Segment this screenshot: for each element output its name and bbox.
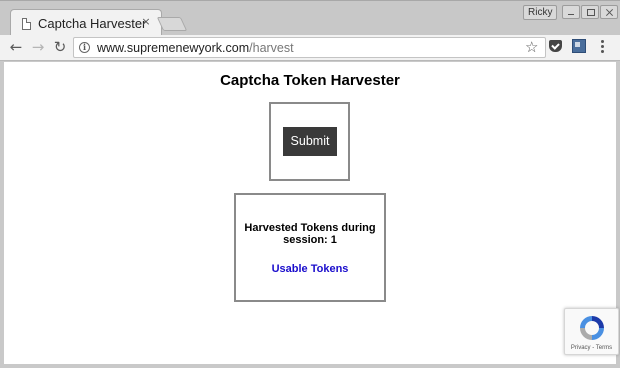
recaptcha-terms[interactable]: Privacy - Terms — [565, 345, 618, 351]
submit-button[interactable]: Submit — [283, 127, 337, 156]
star-icon[interactable]: ☆ — [525, 38, 538, 57]
address-bar[interactable]: i www.supremenewyork.com/harvest ☆ — [73, 37, 546, 58]
forward-arrow-icon[interactable]: → — [28, 37, 48, 57]
tokens-panel: Harvested Tokens during session: 1 Usabl… — [234, 193, 386, 302]
harvested-tokens-count: Harvested Tokens during session: 1 — [244, 222, 376, 246]
url-host: www.supremenewyork.com — [97, 41, 250, 55]
window-titlebar: Captcha Harvester × Ricky — [0, 0, 620, 37]
pocket-icon[interactable] — [549, 40, 562, 52]
tab-captcha-harvester[interactable]: Captcha Harvester × — [10, 9, 162, 37]
page-viewport: Captcha Token Harvester Submit Harvested… — [4, 62, 619, 364]
recaptcha-badge[interactable]: Privacy - Terms — [564, 308, 619, 355]
new-tab-button[interactable] — [156, 17, 188, 31]
tab-title: Captcha Harvester — [38, 16, 147, 31]
window-close-button[interactable] — [600, 5, 618, 19]
maximize-button[interactable] — [581, 5, 599, 19]
url-path: /harvest — [249, 41, 294, 55]
reload-icon[interactable]: ↻ — [50, 37, 70, 57]
recaptcha-icon — [580, 316, 604, 340]
captcha-submit-panel: Submit — [269, 102, 350, 181]
close-icon[interactable]: × — [139, 15, 153, 29]
browser-toolbar: ← → ↻ i www.supremenewyork.com/harvest ☆ — [0, 35, 620, 61]
doc-icon — [22, 18, 31, 30]
menu-icon[interactable] — [598, 39, 606, 55]
extension-icon[interactable] — [572, 39, 586, 53]
page-title: Captcha Token Harvester — [220, 72, 400, 89]
profile-badge[interactable]: Ricky — [523, 5, 558, 20]
minimize-button[interactable] — [562, 5, 580, 19]
info-icon[interactable]: i — [79, 42, 90, 53]
usable-tokens-link[interactable]: Usable Tokens — [236, 263, 384, 275]
url-text[interactable]: www.supremenewyork.com/harvest — [97, 41, 294, 55]
back-arrow-icon[interactable]: ← — [6, 37, 26, 57]
